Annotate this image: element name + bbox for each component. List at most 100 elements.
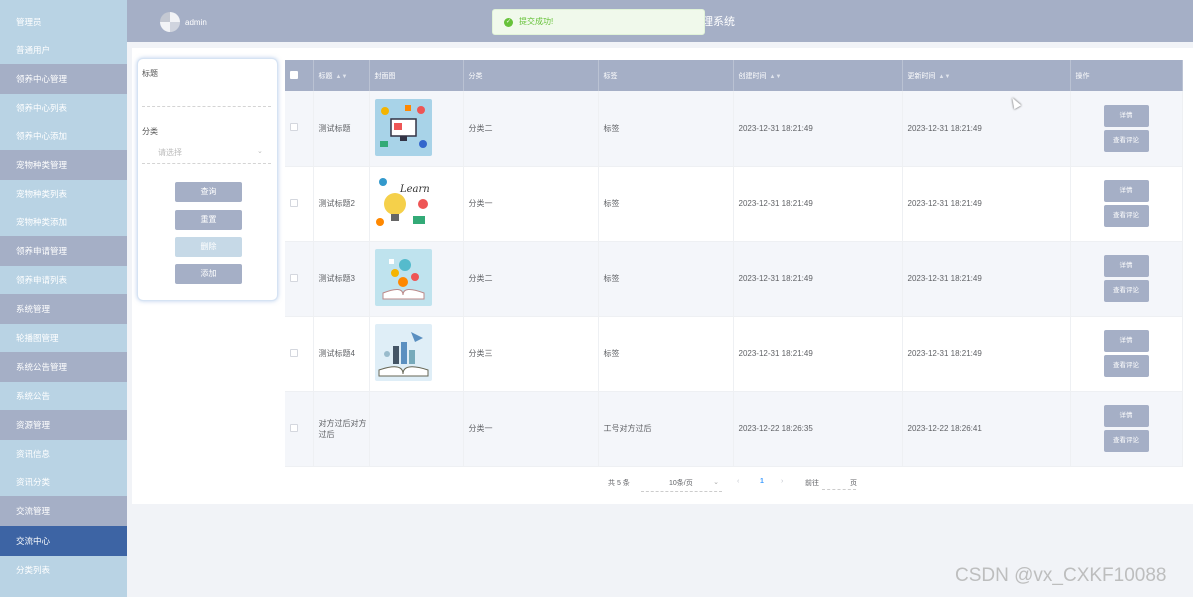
cell-actions: 详情 查看评论 [1070, 391, 1183, 467]
toast-message: 提交成功! [519, 17, 554, 26]
avatar[interactable] [160, 12, 180, 32]
cell-tag: 标签 [598, 316, 734, 392]
goto-label: 前往 [805, 480, 819, 487]
cell-updated: 2023-12-31 18:21:49 [902, 241, 1071, 317]
detail-button[interactable]: 详情 [1103, 104, 1149, 127]
table-row: 测试标题 分类二 标签 2023-12-31 18:21:49 2023-12-31 1… [285, 91, 1183, 167]
table-body: 测试标题 分类二 标签 2023-12-31 18:21:49 2023-12-31 1… [285, 91, 1183, 467]
sidebar-item[interactable]: 领养中心管理 [0, 64, 127, 94]
sidebar-item[interactable]: 宠物种类列表 [0, 180, 127, 208]
cell-title: 测试标题3 [313, 241, 370, 317]
sidebar-item[interactable]: 系统公告管理 [0, 352, 127, 382]
sidebar-item[interactable]: 普通用户 [0, 36, 127, 64]
cell-updated: 2023-12-31 18:21:49 [902, 166, 1071, 242]
table-row: 测试标题3 分类二 标签 2023-12-31 18:21:49 2023-12-31 … [285, 241, 1183, 317]
view-comments-button[interactable]: 查看评论 [1103, 205, 1149, 227]
cell-updated: 2023-12-31 18:21:49 [902, 91, 1071, 167]
cell-actions: 详情 查看评论 [1070, 241, 1183, 317]
sidebar-item[interactable]: 宠物种类管理 [0, 150, 127, 180]
title-label: 标题 [142, 69, 158, 78]
row-checkbox[interactable] [285, 316, 314, 392]
sidebar-item[interactable]: 领养申请管理 [0, 236, 127, 266]
cell-category: 分类三 [463, 316, 599, 392]
cell-actions: 详情 查看评论 [1070, 316, 1183, 392]
cell-cover-image [369, 241, 464, 317]
cell-title: 测试标题4 [313, 316, 370, 392]
category-select[interactable]: 请选择 [158, 147, 182, 158]
add-button[interactable]: 添加 [175, 264, 242, 284]
detail-button[interactable]: 详情 [1103, 255, 1149, 277]
row-checkbox[interactable] [285, 391, 314, 467]
sidebar-item[interactable]: 资讯信息 [0, 440, 127, 468]
cell-tag: 工号对方过后 [598, 391, 734, 467]
cell-updated: 2023-12-31 18:21:49 [902, 316, 1071, 392]
view-comments-button[interactable]: 查看评论 [1103, 430, 1149, 452]
sidebar-item[interactable]: 领养中心添加 [0, 122, 127, 150]
sidebar-item[interactable]: 资讯分类 [0, 468, 127, 496]
query-button[interactable]: 查询 [175, 182, 242, 202]
cell-actions: 详情 查看评论 [1070, 91, 1183, 167]
cell-created: 2023-12-31 18:21:49 [733, 166, 903, 242]
pagination-total: 共 5 条 [608, 480, 630, 487]
watermark: CSDN @vx_CXKF10088 [955, 565, 1167, 586]
next-page-button[interactable]: › [781, 478, 783, 485]
cell-created: 2023-12-31 18:21:49 [733, 241, 903, 317]
category-label: 分类 [142, 127, 158, 136]
row-checkbox[interactable] [285, 166, 314, 242]
sidebar-item[interactable]: 系统公告 [0, 382, 127, 410]
detail-button[interactable]: 详情 [1103, 405, 1149, 427]
cell-category: 分类二 [463, 91, 599, 167]
header-category: 分类 [463, 60, 599, 91]
check-circle-icon: ✓ [504, 18, 513, 27]
table-row: 测试标题2 Learn 分类一 标签 2023-12-31 18:21:49 2023-1… [285, 166, 1183, 242]
sidebar-item[interactable]: 资源管理 [0, 410, 127, 440]
cell-actions: 详情 查看评论 [1070, 166, 1183, 242]
chevron-down-icon[interactable]: ⌄ [257, 147, 263, 155]
username[interactable]: admin [185, 18, 207, 27]
select-all-checkbox[interactable] [285, 60, 314, 91]
category-select-underline [142, 163, 271, 164]
cell-title: 测试标题 [313, 91, 370, 167]
reset-button[interactable]: 重置 [175, 210, 242, 230]
system-title: 理系统 [702, 16, 735, 28]
view-comments-button[interactable]: 查看评论 [1103, 280, 1149, 302]
cell-cover-image [369, 316, 464, 392]
header-updated[interactable]: 更新时间 ▲▼ [902, 60, 1071, 91]
detail-button[interactable]: 详情 [1103, 330, 1149, 352]
cell-title: 测试标题2 [313, 166, 370, 242]
delete-button[interactable]: 删除 [175, 237, 242, 257]
row-checkbox[interactable] [285, 241, 314, 317]
sidebar-top-spacer [0, 0, 127, 8]
table-row: 对方过后对方过后 分类一 工号对方过后 2023-12-22 18:26:35 2023… [285, 391, 1183, 467]
cell-tag: 标签 [598, 166, 734, 242]
sidebar-item[interactable]: 分类列表 [0, 556, 127, 584]
header-created[interactable]: 创建时间 ▲▼ [733, 60, 903, 91]
sort-icon: ▲▼ [335, 73, 348, 80]
row-checkbox[interactable] [285, 91, 314, 167]
sidebar-item[interactable]: 领养申请列表 [0, 266, 127, 294]
view-comments-button[interactable]: 查看评论 [1103, 129, 1149, 152]
view-comments-button[interactable]: 查看评论 [1103, 355, 1149, 377]
sidebar-item[interactable]: 领养中心列表 [0, 94, 127, 122]
sidebar-item[interactable]: 宠物种类添加 [0, 208, 127, 236]
cell-category: 分类二 [463, 241, 599, 317]
cell-tag: 标签 [598, 91, 734, 167]
page-size-select[interactable]: 10条/页 ⌄ [641, 478, 722, 492]
sidebar-item[interactable]: 交流管理 [0, 496, 127, 526]
sidebar-item[interactable]: 管理员 [0, 8, 127, 36]
detail-button[interactable]: 详情 [1103, 180, 1149, 202]
page-1-button[interactable]: 1 [760, 478, 764, 485]
header-cover: 封面图 [369, 60, 464, 91]
header-actions: 操作 [1070, 60, 1183, 91]
cell-cover-image [369, 391, 464, 467]
goto-suffix: 页 [850, 480, 857, 487]
sidebar-item[interactable]: 系统管理 [0, 294, 127, 324]
header-title[interactable]: 标题 ▲▼ [313, 60, 370, 91]
table-header-row: 标题 ▲▼ 封面图 分类 标签 创建时间 ▲▼ 更新时间 ▲▼ 操作 [285, 60, 1183, 91]
title-input[interactable] [142, 106, 271, 107]
cell-title: 对方过后对方过后 [313, 391, 370, 467]
prev-page-button[interactable]: ‹ [737, 478, 739, 485]
sidebar-item[interactable]: 交流中心 [0, 526, 127, 556]
header-tag: 标签 [598, 60, 734, 91]
sidebar-item[interactable]: 轮播图管理 [0, 324, 127, 352]
